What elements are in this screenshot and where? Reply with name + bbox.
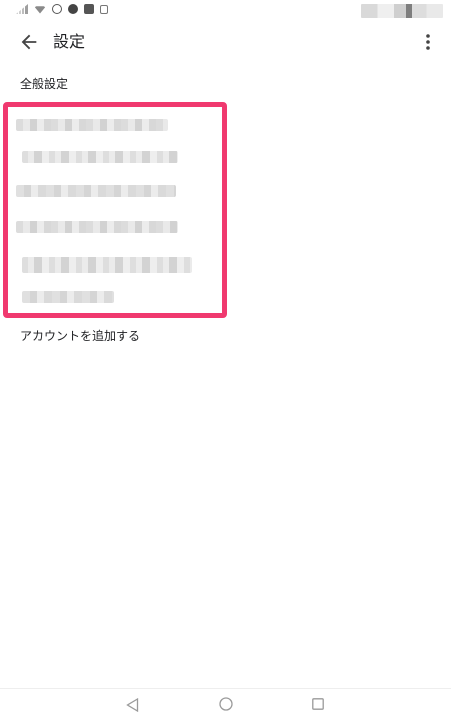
- app-bar: 設定: [0, 22, 451, 62]
- redacted-account-row[interactable]: [16, 185, 176, 197]
- add-account-item[interactable]: アカウントを追加する: [20, 328, 140, 344]
- status-right-blurred: [361, 4, 443, 18]
- redacted-account-row[interactable]: [22, 291, 114, 303]
- page-title: 設定: [53, 32, 86, 51]
- wifi-icon: [34, 6, 46, 14]
- info-icon: [52, 4, 62, 14]
- redacted-account-row[interactable]: [22, 151, 178, 163]
- system-nav-bar: [0, 688, 451, 721]
- redacted-account-row[interactable]: [22, 257, 192, 273]
- more-vert-icon[interactable]: [422, 33, 434, 51]
- circle-home-icon[interactable]: [219, 697, 233, 711]
- redacted-account-row[interactable]: [16, 221, 178, 233]
- triangle-back-icon[interactable]: [126, 698, 139, 712]
- account-list-highlight: [3, 102, 227, 318]
- signal-icon: [16, 4, 28, 14]
- notification-icon: [84, 4, 94, 14]
- status-app-icon: [68, 4, 78, 14]
- battery-small-icon: [100, 4, 108, 14]
- status-bar: [0, 0, 451, 22]
- arrow-left-icon[interactable]: [18, 31, 40, 53]
- square-recent-icon[interactable]: [312, 698, 324, 710]
- redacted-account-row[interactable]: [16, 119, 168, 131]
- status-icons: [16, 4, 108, 14]
- general-settings-item[interactable]: 全般設定: [20, 76, 68, 92]
